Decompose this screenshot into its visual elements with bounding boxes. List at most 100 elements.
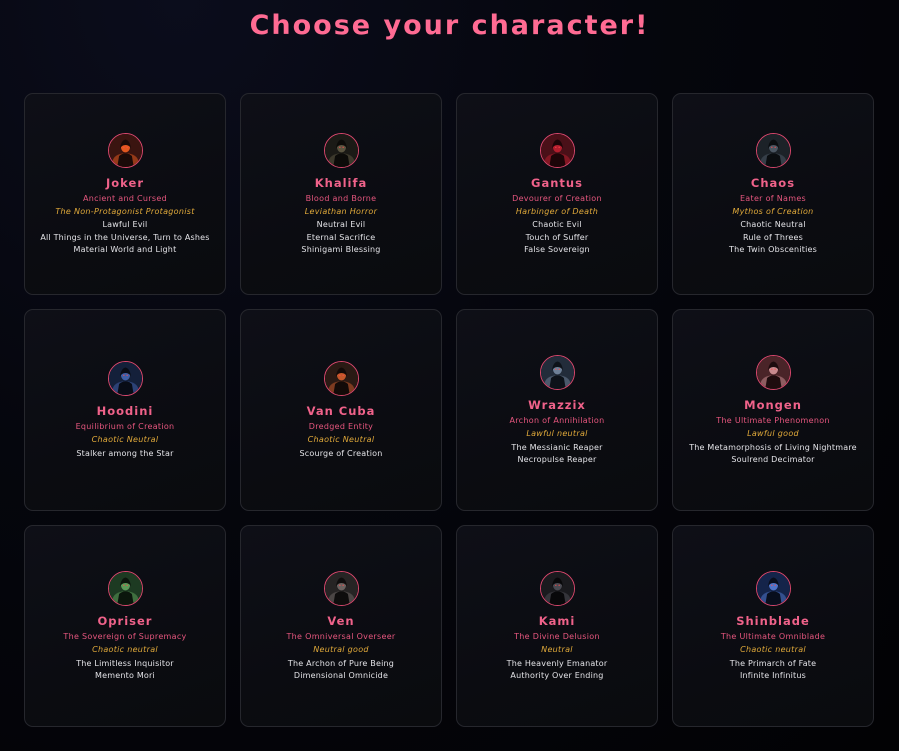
- flame-wraith-portrait-icon: [324, 362, 358, 396]
- character-name: Hoodini: [96, 404, 154, 419]
- character-traits: Scourge of Creation: [299, 446, 382, 459]
- character-trait: Neutral Evil: [316, 220, 366, 230]
- character-trait: Dimensional Omnicide: [293, 671, 389, 680]
- character-title: Ancient and Cursed: [83, 193, 167, 203]
- character-title: Dredged Entity: [308, 422, 374, 432]
- veiled-overseer-portrait-icon: [324, 572, 358, 605]
- character-alignment: Mythos of Creation: [732, 206, 814, 216]
- character-trait: All Things in the Universe, Turn to Ashe…: [40, 232, 210, 242]
- character-alignment: Leviathan Horror: [304, 206, 378, 216]
- character-card-chaos[interactable]: Chaos Eater of Names Mythos of Creation …: [672, 93, 874, 295]
- character-traits: The Limitless Inquisitor Memento Mori: [76, 656, 174, 681]
- character-card-kami[interactable]: Kami The Divine Delusion Neutral The Hea…: [456, 525, 658, 727]
- character-card-opriser[interactable]: Opriser The Sovereign of Supremacy Chaot…: [24, 525, 226, 727]
- fire-demon-portrait-icon: [108, 133, 142, 167]
- character-traits: The Primarch of Fate Infinite Infinitus: [730, 656, 817, 681]
- character-traits: Stalker among the Star: [76, 446, 173, 459]
- character-avatar: [539, 571, 575, 606]
- character-trait: Memento Mori: [95, 671, 155, 680]
- character-name: Kami: [538, 614, 576, 628]
- character-trait: Scourge of Creation: [299, 448, 383, 458]
- character-traits: The Heavenly Emanator Authority Over Endi…: [507, 656, 608, 681]
- character-name: Gantus: [531, 175, 583, 190]
- hooded-mage-portrait-icon: [108, 362, 142, 396]
- character-trait: The Twin Obscenities: [729, 245, 817, 255]
- character-traits: The Metamorphosis of Living Nightmare Sou…: [689, 440, 857, 465]
- character-trait: False Sovereign: [524, 245, 590, 255]
- character-trait: Chaotic Neutral: [740, 220, 806, 230]
- page-title: Choose your character!: [249, 10, 650, 41]
- character-name: Mongen: [744, 398, 802, 412]
- character-title: The Omniversal Overseer: [286, 632, 396, 641]
- character-trait: Eternal Sacrifice: [306, 232, 376, 242]
- character-trait: The Heavenly Emanator: [506, 658, 608, 668]
- character-card-shinblade[interactable]: Shinblade The Ultimate Omniblade Chaotic…: [672, 525, 874, 727]
- character-card-wrazzix[interactable]: Wrazzix Archon of Annihilation Lawful ne…: [456, 309, 658, 511]
- character-title: Devourer of Creation: [512, 193, 602, 203]
- crimson-reaper-portrait-icon: [540, 133, 574, 167]
- character-avatar: [107, 361, 143, 397]
- character-traits: Lawful Evil All Things in the Universe, T…: [40, 218, 209, 256]
- character-trait: The Limitless Inquisitor: [76, 658, 174, 668]
- character-trait: Material World and Light: [73, 245, 177, 255]
- character-trait: Authority Over Ending: [510, 671, 604, 680]
- character-name: Van Cuba: [306, 404, 376, 419]
- character-traits: Chaotic Neutral Rule of Threes The Twin Ob…: [729, 218, 817, 256]
- character-trait: Infinite Infinitus: [739, 671, 807, 680]
- forest-sovereign-portrait-icon: [108, 572, 142, 605]
- character-alignment: Chaotic Neutral: [307, 435, 375, 445]
- character-traits: Neutral Evil Eternal Sacrifice Shinigami B…: [301, 218, 380, 256]
- character-trait: The Messianic Reaper: [511, 442, 603, 452]
- character-name: Joker: [106, 175, 144, 190]
- character-avatar: [107, 571, 143, 606]
- character-name: Shinblade: [736, 614, 810, 628]
- character-title: The Divine Delusion: [514, 632, 600, 641]
- character-title: Eater of Names: [739, 193, 807, 203]
- character-avatar: [539, 132, 575, 168]
- character-traits: Chaotic Evil Touch of Suffer False Soverei…: [524, 218, 590, 256]
- character-card-ven[interactable]: Ven The Omniversal Overseer Neutral good…: [240, 525, 442, 727]
- character-card-mongen[interactable]: Mongen The Ultimate Phenomenon Lawful go…: [672, 309, 874, 511]
- character-avatar: [107, 132, 143, 168]
- character-card-van-cuba[interactable]: Van Cuba Dredged Entity Chaotic Neutral …: [240, 309, 442, 511]
- character-avatar: [755, 132, 791, 168]
- character-avatar: [323, 361, 359, 397]
- character-alignment: The Non-Protagonist Protagonist: [55, 206, 195, 216]
- character-alignment: Lawful neutral: [526, 429, 588, 438]
- flesh-horror-portrait-icon: [756, 356, 790, 389]
- character-avatar: [323, 571, 359, 606]
- character-trait: Chaotic Evil: [532, 220, 582, 230]
- character-title: Archon of Annihilation: [509, 416, 605, 425]
- character-title: Equilibrium of Creation: [75, 422, 175, 432]
- character-alignment: Chaotic neutral: [92, 645, 158, 654]
- character-trait: Shinigami Blessing: [301, 245, 381, 255]
- character-trait: Rule of Threes: [742, 232, 804, 242]
- character-avatar: [539, 355, 575, 390]
- character-card-gantus[interactable]: Gantus Devourer of Creation Harbinger of…: [456, 93, 658, 295]
- character-grid: Joker Ancient and Cursed The Non-Protago…: [24, 93, 874, 727]
- horned-warlord-portrait-icon: [324, 133, 358, 167]
- character-title: Blood and Borne: [305, 193, 377, 203]
- character-alignment: Lawful good: [747, 429, 799, 438]
- character-alignment: Neutral: [541, 645, 573, 654]
- character-card-khalifa[interactable]: Khalifa Blood and Borne Leviathan Horror…: [240, 93, 442, 295]
- character-alignment: Chaotic neutral: [740, 645, 806, 654]
- character-trait: The Metamorphosis of Living Nightmare: [689, 442, 857, 452]
- character-name: Chaos: [750, 175, 796, 190]
- character-trait: Stalker among the Star: [76, 448, 174, 458]
- dark-deity-portrait-icon: [540, 572, 574, 605]
- character-avatar: [323, 132, 359, 168]
- character-alignment: Chaotic Neutral: [91, 435, 159, 445]
- character-trait: Soulrend Decimator: [731, 455, 815, 464]
- character-card-joker[interactable]: Joker Ancient and Cursed The Non-Protago…: [24, 93, 226, 295]
- character-title: The Sovereign of Supremacy: [63, 632, 187, 641]
- character-trait: Touch of Suffer: [525, 232, 589, 242]
- character-avatar: [755, 355, 791, 390]
- character-avatar: [755, 571, 791, 606]
- character-name: Khalifa: [314, 175, 368, 190]
- character-title: The Ultimate Phenomenon: [716, 416, 830, 425]
- shadow-knight-portrait-icon: [756, 133, 790, 167]
- character-card-hoodini[interactable]: Hoodini Equilibrium of Creation Chaotic …: [24, 309, 226, 511]
- character-alignment: Neutral good: [313, 645, 369, 654]
- blue-swordsman-portrait-icon: [756, 572, 790, 605]
